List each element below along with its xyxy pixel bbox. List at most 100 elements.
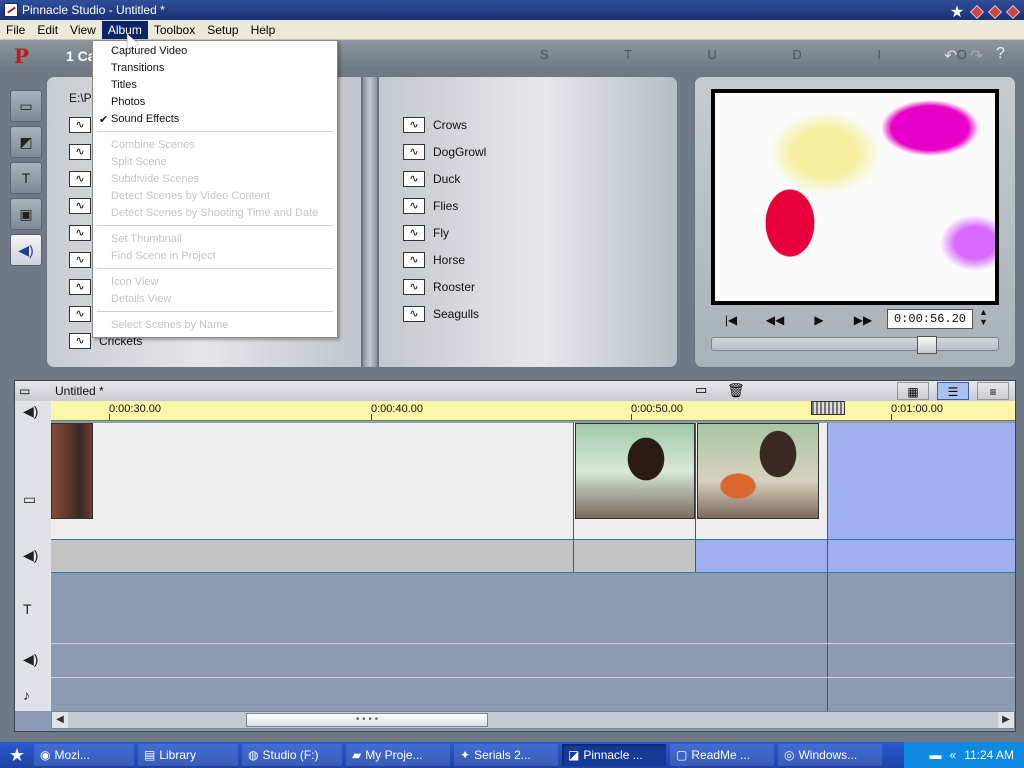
- waveform-icon: ∿: [403, 117, 425, 133]
- pinnacle-logo: P: [14, 44, 30, 68]
- scroll-right-icon[interactable]: ▶: [998, 712, 1014, 728]
- video-clip-thumbnail[interactable]: [575, 423, 695, 519]
- menu-help[interactable]: Help: [245, 21, 282, 39]
- menu-toolbox[interactable]: Toolbox: [148, 21, 201, 39]
- fast-forward-icon[interactable]: ▶▶: [849, 313, 877, 327]
- album-tab-photos[interactable]: ▣: [10, 198, 42, 230]
- volume-icon[interactable]: ◀): [23, 403, 38, 420]
- volume-tray-icon[interactable]: «: [950, 748, 957, 762]
- taskbar-item-pinnacle[interactable]: ◪ Pinnacle ...: [562, 744, 666, 766]
- timeline-view-button[interactable]: ☰: [937, 382, 969, 400]
- scrubber-handle[interactable]: [917, 336, 937, 354]
- album-tab-titles[interactable]: T: [10, 162, 42, 194]
- scroll-left-icon[interactable]: ◀: [52, 712, 68, 728]
- timeline-ruler[interactable]: 0:00:30.00 0:00:40.00 0:00:50.00 0:01:00…: [51, 401, 1015, 421]
- menu-item-sound-effects[interactable]: Sound Effects: [111, 113, 179, 125]
- menu-item-photos[interactable]: Photos: [111, 96, 145, 108]
- redo-icon[interactable]: ↷: [970, 46, 990, 65]
- sound-item-horse[interactable]: ∿ Horse: [403, 252, 465, 268]
- taskbar-item-serials[interactable]: ✦ Serials 2...: [454, 744, 558, 766]
- video-clip-thumbnail[interactable]: [51, 423, 93, 519]
- sound-item[interactable]: ∿: [69, 279, 91, 295]
- album-tab-video[interactable]: ▭: [10, 90, 42, 122]
- player-scrubber[interactable]: [711, 336, 999, 354]
- trash-icon[interactable]: 🗑: [727, 382, 745, 399]
- speaker-icon: ◀): [18, 241, 34, 258]
- timecode-field[interactable]: 0:00:56.20: [887, 309, 973, 329]
- sound-item-seagulls[interactable]: ∿ Seagulls: [403, 306, 479, 322]
- rewind-icon[interactable]: ◀◀: [761, 313, 789, 327]
- sound-item-crows[interactable]: ∿ Crows: [403, 117, 467, 133]
- clock[interactable]: 11:24 AM: [964, 748, 1014, 762]
- sound-item-flies[interactable]: ∿ Flies: [403, 198, 458, 214]
- sound-item[interactable]: ∿: [69, 171, 91, 187]
- menu-separator: [97, 311, 333, 312]
- clip-boundary: [827, 423, 828, 539]
- photo-icon: ▣: [19, 205, 33, 222]
- scroll-thumb[interactable]: • • • •: [246, 713, 488, 727]
- menu-view[interactable]: View: [64, 21, 102, 39]
- menu-edit[interactable]: Edit: [31, 21, 64, 39]
- sound-item[interactable]: ∿: [69, 225, 91, 241]
- go-to-start-icon[interactable]: |◀: [717, 313, 745, 327]
- sound-item[interactable]: ∿: [69, 252, 91, 268]
- sound-item-doggrowl[interactable]: ∿ DogGrowl: [403, 144, 486, 160]
- audio-track-icon[interactable]: ◀): [23, 547, 38, 564]
- close-button[interactable]: [1006, 5, 1020, 19]
- sound-item[interactable]: ∿: [69, 144, 91, 160]
- taskbar-item-windows-media[interactable]: ◎ Windows...: [778, 744, 882, 766]
- album-tab-transitions[interactable]: ◩: [10, 126, 42, 158]
- pinnacle-app-icon: [4, 3, 18, 17]
- spin-up-icon[interactable]: ▲: [979, 307, 988, 317]
- ruler-tick: [109, 414, 110, 420]
- clip-properties-icon[interactable]: ▭: [19, 384, 30, 398]
- music-track-icon[interactable]: ♪: [23, 687, 30, 703]
- spin-down-icon[interactable]: ▼: [979, 317, 988, 327]
- taskbar-item-my-projects[interactable]: ▰ My Proje...: [346, 744, 450, 766]
- minimize-button[interactable]: [970, 5, 984, 19]
- music-track[interactable]: [51, 677, 1015, 712]
- title-track-icon[interactable]: T: [23, 601, 32, 617]
- keyboard-icon[interactable]: ▬: [930, 748, 942, 762]
- video-track-icon[interactable]: ▭: [23, 491, 36, 508]
- timeline-icon: ☰: [947, 385, 959, 399]
- timeline-horizontal-scrollbar[interactable]: ◀ • • • • ▶: [51, 711, 1015, 729]
- taskbar-item-mozilla[interactable]: ◉ Mozi...: [34, 744, 134, 766]
- menu-file[interactable]: File: [0, 21, 31, 39]
- original-audio-track[interactable]: [51, 539, 1015, 573]
- sound-item-duck[interactable]: ∿ Duck: [403, 171, 460, 187]
- play-icon[interactable]: ▶: [805, 313, 833, 327]
- menu-item-transitions[interactable]: Transitions: [111, 62, 164, 74]
- title-track[interactable]: [51, 573, 1015, 643]
- start-button[interactable]: ★: [0, 742, 34, 768]
- sound-item-label: Flies: [433, 199, 459, 213]
- menu-item-titles[interactable]: Titles: [111, 79, 137, 91]
- album-tab-sound-effects[interactable]: ◀): [10, 234, 42, 266]
- timecode-spinner[interactable]: ▲ ▼: [979, 307, 988, 327]
- library-icon: ▤: [144, 748, 156, 762]
- timeline-scrubber[interactable]: [811, 401, 845, 415]
- waveform-icon: ∿: [69, 198, 91, 214]
- undo-icon[interactable]: ↶: [944, 46, 964, 65]
- sound-effect-track-icon[interactable]: ◀): [23, 651, 38, 668]
- sound-effect-track[interactable]: [51, 643, 1015, 678]
- sound-item[interactable]: ∿: [69, 117, 91, 133]
- sound-item-rooster[interactable]: ∿ Rooster: [403, 279, 475, 295]
- text-view-button[interactable]: ≡: [977, 382, 1009, 400]
- sound-item[interactable]: ∿: [69, 198, 91, 214]
- taskbar-item-readme[interactable]: ▢ ReadMe ...: [670, 744, 774, 766]
- star-icon: ★: [949, 4, 965, 21]
- help-icon[interactable]: ?: [996, 45, 1016, 63]
- taskbar-item-library[interactable]: ▤ Library: [138, 744, 238, 766]
- sound-item-fly[interactable]: ∿ Fly: [403, 225, 449, 241]
- menu-setup[interactable]: Setup: [201, 21, 244, 39]
- video-clip-thumbnail[interactable]: [697, 423, 819, 519]
- video-track[interactable]: [51, 423, 1015, 539]
- storyboard-view-button[interactable]: ▦: [897, 382, 929, 400]
- menu-item-combine-scenes: Combine Scenes: [111, 139, 195, 151]
- taskbar-item-studio-drive[interactable]: ◍ Studio (F:): [242, 744, 342, 766]
- maximize-button[interactable]: [988, 5, 1002, 19]
- menu-item-captured-video[interactable]: Captured Video: [111, 45, 187, 57]
- scene-icon[interactable]: ▭: [695, 382, 707, 398]
- sound-item[interactable]: ∿: [69, 306, 91, 322]
